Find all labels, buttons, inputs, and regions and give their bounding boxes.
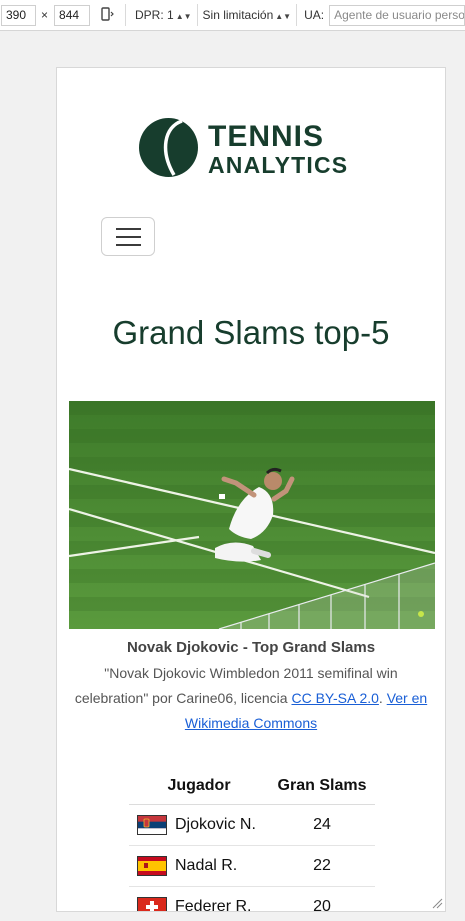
switzerland-flag-icon bbox=[137, 897, 167, 911]
player-cell: Nadal R. bbox=[129, 845, 269, 887]
slams-cell: 24 bbox=[269, 804, 375, 846]
caption-separator: . bbox=[378, 690, 387, 706]
player-name: Federer R. bbox=[175, 898, 252, 912]
player-cell: Federer R. bbox=[129, 886, 269, 912]
resize-grip-icon[interactable] bbox=[432, 898, 443, 909]
device-viewport: TENNIS ANALYTICS Grand Slams top-5 Novak… bbox=[56, 67, 446, 912]
figure-caption: "Novak Djokovic Wimbledon 2011 semifinal… bbox=[73, 661, 429, 736]
hamburger-icon-bar bbox=[115, 243, 141, 246]
spain-flag-icon bbox=[137, 856, 167, 876]
slams-cell: 20 bbox=[269, 886, 375, 911]
player-cell: Djokovic N. bbox=[129, 804, 269, 846]
column-header-player: Jugador bbox=[129, 768, 269, 805]
serbia-flag-icon bbox=[137, 815, 167, 835]
slams-cell: 22 bbox=[269, 845, 375, 887]
hamburger-icon-bar bbox=[115, 235, 141, 238]
table-row: Federer R. 20 bbox=[129, 886, 375, 912]
logo-line-tennis: TENNIS bbox=[208, 120, 325, 153]
ua-label: UA: bbox=[304, 8, 325, 22]
table-row: Djokovic N. 24 bbox=[129, 804, 375, 846]
tennis-ball-icon bbox=[139, 118, 198, 177]
throttle-select[interactable]: Sin limitación ▲▼ bbox=[203, 8, 292, 22]
throttle-caret-icon: ▲▼ bbox=[275, 12, 292, 21]
height-input[interactable]: 844 bbox=[54, 4, 91, 26]
user-agent-input[interactable]: Agente de usuario personalizado bbox=[329, 4, 465, 26]
devtools-device-toolbar: 390 × 844 DPR: 1 ▲▼ Sin limitación ▲▼ UA: … bbox=[0, 0, 465, 31]
throttle-label: Sin limitación bbox=[202, 8, 274, 22]
table-row: Nadal R. 22 bbox=[129, 845, 375, 887]
player-name: Nadal R. bbox=[175, 857, 238, 874]
license-link[interactable]: CC BY-SA 2.0 bbox=[291, 690, 378, 706]
hamburger-icon-bar bbox=[115, 227, 141, 230]
dimension-separator: × bbox=[41, 8, 49, 22]
player-name: Djokovic N. bbox=[175, 816, 256, 833]
figure-caption-title: Novak Djokovic - Top Grand Slams bbox=[126, 639, 376, 656]
table-header-row: Jugador Gran Slams bbox=[129, 768, 375, 805]
djokovic-photo bbox=[69, 401, 435, 629]
width-input[interactable]: 390 bbox=[1, 4, 36, 26]
column-header-slams: Gran Slams bbox=[269, 768, 375, 805]
menu-toggle-button[interactable] bbox=[101, 217, 155, 256]
dpr-select[interactable]: DPR: 1 ▲▼ bbox=[135, 8, 192, 22]
site-logo[interactable]: TENNIS ANALYTICS bbox=[138, 116, 350, 180]
logo-line-analytics: ANALYTICS bbox=[208, 152, 349, 178]
page-title: Grand Slams top-5 bbox=[112, 314, 390, 351]
dpr-caret-icon: ▲▼ bbox=[175, 12, 192, 21]
dpr-label: DPR: 1 bbox=[135, 8, 174, 22]
grand-slams-table: Jugador Gran Slams Djokovic N. 24 Nadal … bbox=[129, 768, 375, 912]
rotate-icon[interactable] bbox=[99, 6, 117, 24]
